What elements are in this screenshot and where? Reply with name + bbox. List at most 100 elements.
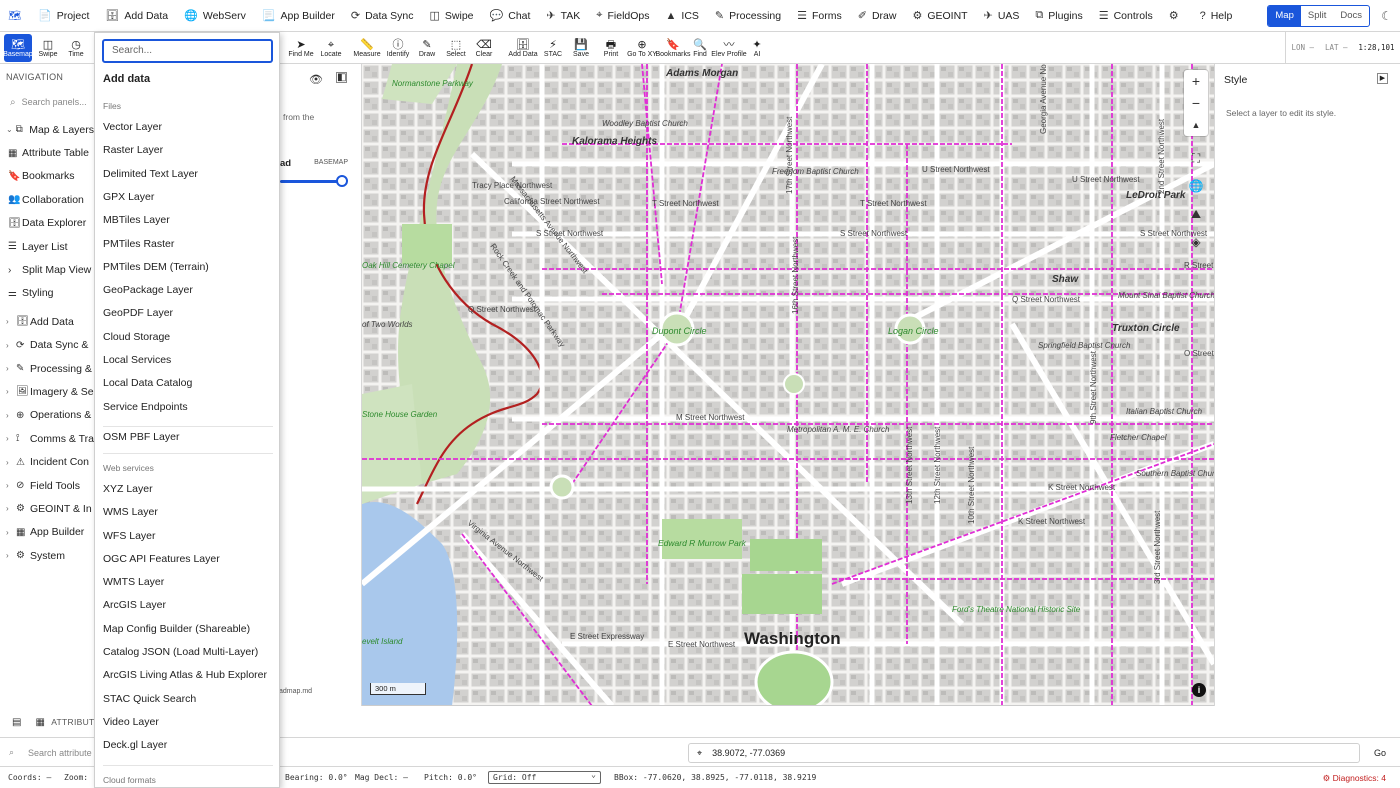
menu-webserv[interactable]: 🌐 WebServ: [176, 0, 254, 32]
nav-item-split-map-view[interactable]: › Split Map View: [0, 258, 94, 281]
grid-select[interactable]: Grid: Off: [488, 769, 601, 784]
nav-item-styling[interactable]: ⚌ Styling: [0, 282, 94, 305]
add-data-pmtiles-raster[interactable]: PMTiles Raster: [103, 238, 174, 250]
view-mode-docs[interactable]: Docs: [1333, 6, 1369, 26]
toolbar-find-me-button[interactable]: ➤ Find Me: [287, 34, 315, 62]
attribute-search[interactable]: ⌕ Search attribute: [9, 747, 92, 758]
toolbar-ai-button[interactable]: ✦ AI: [748, 34, 766, 62]
nav-item-map-layers[interactable]: ⌄ ⧉ Map & Layers: [0, 118, 94, 141]
nav-item-data-explorer[interactable]: 🗄 Data Explorer: [0, 212, 94, 235]
nav-item-attribute-table[interactable]: ▦ Attribute Table: [0, 141, 94, 164]
view-mode-split[interactable]: Split: [1301, 6, 1333, 26]
attribute-tab[interactable]: ▦ ATTRIBUTE: [35, 717, 100, 728]
panel-toggle-icon[interactable]: ▤: [12, 717, 21, 728]
app-map-icon[interactable]: 🗺: [0, 0, 30, 32]
add-data-geopdf-layer[interactable]: GeoPDF Layer: [103, 307, 173, 319]
menu-app-builder[interactable]: 📃 App Builder: [254, 0, 343, 32]
menu-draw[interactable]: ✐ Draw: [850, 0, 905, 32]
toolbar-print-button[interactable]: 🖶 Print: [599, 34, 623, 62]
toolbar-elev-profile-button[interactable]: 〰 Elev Profile: [711, 34, 747, 62]
add-data-xyz-layer[interactable]: XYZ Layer: [103, 483, 153, 495]
view-mode-map[interactable]: Map: [1268, 6, 1301, 26]
add-data-ogc-api-features-layer[interactable]: OGC API Features Layer: [103, 553, 220, 565]
zoom-in-button[interactable]: +: [1184, 70, 1208, 92]
add-data-map-config-builder-shareable[interactable]: Map Config Builder (Shareable): [103, 623, 250, 635]
menu-swipe[interactable]: ◫ Swipe: [422, 0, 482, 32]
attribute-search-input[interactable]: Search attribute: [28, 748, 92, 758]
opacity-slider-handle[interactable]: [336, 175, 348, 187]
nav-item-geoint-in[interactable]: › ⚙ GEOINT & In: [0, 497, 94, 520]
toolbar-stac-button[interactable]: ⚡ STAC: [540, 34, 566, 62]
zoom-out-button[interactable]: −: [1184, 92, 1208, 114]
nav-item-app-builder[interactable]: › ▦ App Builder: [0, 521, 94, 544]
menu-uas[interactable]: ✈ UAS: [976, 0, 1028, 32]
menu-settings[interactable]: ⚙: [1161, 0, 1192, 32]
add-data-raster-layer[interactable]: Raster Layer: [103, 144, 163, 156]
collapse-style-icon[interactable]: ▶: [1377, 73, 1388, 84]
location-search[interactable]: ⌖ 38.9072, -77.0369: [688, 743, 1360, 763]
menu-processing[interactable]: ✎ Processing: [707, 0, 789, 32]
layers-icon[interactable]: ◈: [1184, 228, 1208, 256]
eye-icon[interactable]: 👁: [309, 73, 323, 86]
add-data-mbtiles-layer[interactable]: MBTiles Layer: [103, 214, 170, 226]
add-data-stac-quick-search[interactable]: STAC Quick Search: [103, 693, 196, 705]
toolbar-find-button[interactable]: 🔍 Find: [689, 34, 711, 62]
map-canvas[interactable]: Adams Morgan Kalorama Heights LeDroit Pa…: [362, 64, 1214, 706]
toolbar-go-to-xy-button[interactable]: ⊕ Go To XY: [626, 34, 658, 62]
menu-add-data[interactable]: 🗄 Add Data: [97, 0, 176, 32]
toolbar-clear-button[interactable]: ⌫ Clear: [472, 34, 496, 62]
info-icon[interactable]: i: [1192, 683, 1206, 697]
toolbar-draw-button[interactable]: ✎ Draw: [415, 34, 439, 62]
add-data-cloud-storage[interactable]: Cloud Storage: [103, 331, 170, 343]
menu-data-sync[interactable]: ⟳ Data Sync: [343, 0, 422, 32]
nav-item-layer-list[interactable]: ☰ Layer List: [0, 235, 94, 258]
collapse-panel-icon[interactable]: ◧: [336, 72, 347, 83]
nav-item-incident-con[interactable]: › ⚠ Incident Con: [0, 450, 94, 473]
nav-item-add-data[interactable]: › 🗄 Add Data: [0, 310, 94, 333]
toolbar-add-data-button[interactable]: 🗄 Add Data: [508, 34, 538, 62]
nav-item-operations[interactable]: › ⊕ Operations &: [0, 404, 94, 427]
go-button[interactable]: Go: [1374, 748, 1386, 758]
add-data-delimited-text-layer[interactable]: Delimited Text Layer: [103, 168, 198, 180]
terrain-icon[interactable]: ⛰: [1184, 200, 1208, 228]
menu-ics[interactable]: ▲ ICS: [658, 0, 707, 32]
menu-project[interactable]: 📄 Project: [30, 0, 97, 32]
add-data-video-layer[interactable]: Video Layer: [103, 716, 159, 728]
menu-geoint[interactable]: ⚙ GEOINT: [904, 0, 975, 32]
add-data-geopackage-layer[interactable]: GeoPackage Layer: [103, 284, 193, 296]
add-data-local-data-catalog[interactable]: Local Data Catalog: [103, 377, 192, 389]
menu-controls[interactable]: ☰ Controls: [1091, 0, 1161, 32]
nav-item-field-tools[interactable]: › ⊘ Field Tools: [0, 474, 94, 497]
menu-plugins[interactable]: ⧉ Plugins: [1027, 0, 1090, 32]
menu-fieldops[interactable]: ⌖ FieldOps: [588, 0, 657, 32]
nav-search[interactable]: ⌕ Search panels...: [4, 92, 90, 112]
menu-tak[interactable]: ✈ TAK: [538, 0, 588, 32]
toolbar-select-button[interactable]: ⬚ Select: [444, 34, 468, 62]
nav-item-processing[interactable]: › ✎ Processing &: [0, 357, 94, 380]
add-data-deck-gl-layer[interactable]: Deck.gl Layer: [103, 739, 167, 751]
toolbar-locate-button[interactable]: ⌖ Locate: [317, 34, 345, 62]
globe-icon[interactable]: 🌐: [1184, 172, 1208, 200]
toolbar-swipe-button[interactable]: ◫ Swipe: [36, 34, 60, 62]
add-data-catalog-json-load-multi-layer[interactable]: Catalog JSON (Load Multi-Layer): [103, 646, 258, 658]
compass-button[interactable]: ▲: [1184, 114, 1208, 136]
add-data-vector-layer[interactable]: Vector Layer: [103, 121, 162, 133]
add-data-gpx-layer[interactable]: GPX Layer: [103, 191, 154, 203]
nav-item-system[interactable]: › ⚙ System: [0, 544, 94, 567]
nav-item-data-sync[interactable]: › ⟳ Data Sync &: [0, 334, 94, 357]
menu-chat[interactable]: 💬 Chat: [482, 0, 539, 32]
toolbar-bookmarks-button[interactable]: 🔖 Bookmarks: [656, 34, 691, 62]
menu-help[interactable]: ? Help: [1192, 0, 1241, 32]
toolbar-identify-button[interactable]: ⓘ Identify: [384, 34, 412, 62]
add-data-arcgis-layer[interactable]: ArcGIS Layer: [103, 599, 166, 611]
add-data-wmts-layer[interactable]: WMTS Layer: [103, 576, 164, 588]
toolbar-basemap-button[interactable]: 🗺 Basemap: [3, 34, 33, 62]
add-data-osm-pbf-layer[interactable]: OSM PBF Layer: [103, 431, 179, 443]
toolbar-measure-button[interactable]: 📏 Measure: [353, 34, 381, 62]
nav-search-input[interactable]: Search panels...: [22, 97, 87, 107]
nav-item-comms-tra[interactable]: › ⟟ Comms & Tra: [0, 427, 94, 450]
toolbar-save-button[interactable]: 💾 Save: [569, 34, 593, 62]
add-data-arcgis-living-atlas-hub-explorer[interactable]: ArcGIS Living Atlas & Hub Explorer: [103, 669, 267, 681]
add-data-service-endpoints[interactable]: Service Endpoints: [103, 401, 188, 413]
add-data-local-services[interactable]: Local Services: [103, 354, 171, 366]
